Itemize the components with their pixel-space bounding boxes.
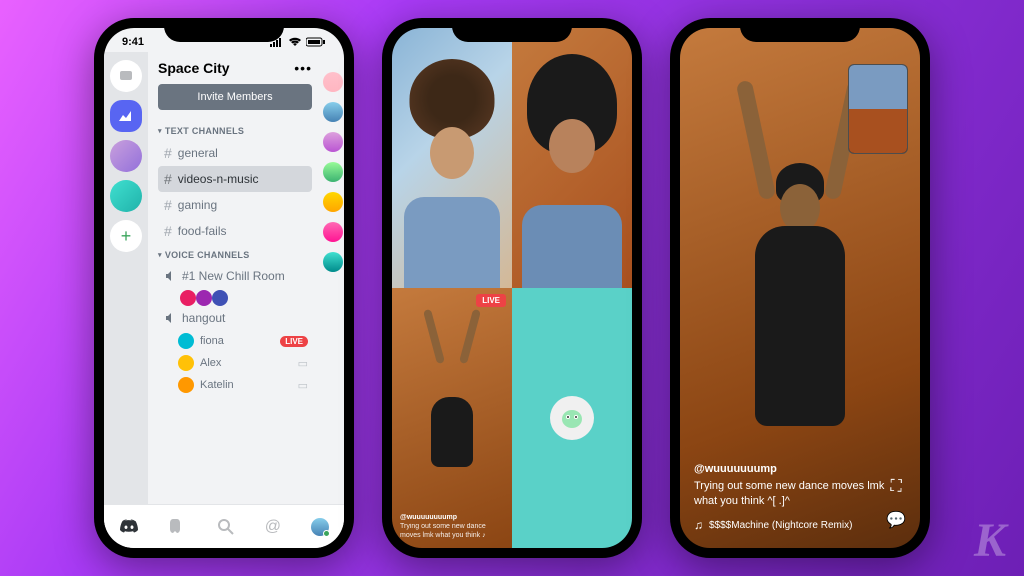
server-icon-active[interactable] [110, 100, 142, 132]
server-icon-3[interactable] [110, 180, 142, 212]
member-avatar[interactable] [323, 162, 343, 182]
voice-users-chill [158, 290, 312, 306]
phone-fullscreen-stream: @wuuuuuuump Trying out some new dance mo… [670, 18, 930, 558]
phone-notch [452, 18, 572, 42]
add-server-button[interactable]: + [110, 220, 142, 252]
server-rail: + [104, 52, 148, 544]
avatar[interactable] [212, 290, 228, 306]
member-avatar[interactable] [323, 252, 343, 272]
pip-participant [849, 65, 907, 109]
wumpus-avatar [550, 396, 594, 440]
expand-icon[interactable]: ⛶ [890, 478, 901, 496]
member-avatar[interactable] [323, 72, 343, 92]
voice-user-katelin[interactable]: Katelin ▭ [158, 374, 312, 396]
comment-icon[interactable]: 💬 [886, 510, 906, 530]
avatar [178, 355, 194, 371]
video-stream-live[interactable]: LIVE @wuuuuuuuump Trying out some new da… [392, 288, 512, 548]
battery-icon [306, 37, 326, 47]
speaker-icon [164, 312, 176, 324]
server-menu-button[interactable]: ••• [294, 60, 312, 76]
pip-participant [849, 109, 907, 153]
wifi-icon [288, 37, 302, 47]
avatar[interactable] [196, 290, 212, 306]
nav-friends-icon[interactable] [169, 518, 187, 536]
reaction-bar: ⛶ 💬 [886, 478, 906, 530]
stream-caption: Trying out some new dance moves lmk what… [694, 479, 906, 508]
stream-info: @wuuuuuuump Trying out some new dance mo… [694, 463, 906, 532]
dm-button[interactable] [110, 60, 142, 92]
video-participant-2[interactable] [512, 28, 632, 288]
nav-discord-icon[interactable] [119, 519, 139, 535]
status-time: 9:41 [122, 36, 144, 48]
voice-user-alex[interactable]: Alex ▭ [158, 352, 312, 374]
video-participant-1[interactable] [392, 28, 512, 288]
live-badge: LIVE [476, 294, 506, 307]
invite-members-button[interactable]: Invite Members [158, 84, 312, 110]
nav-search-icon[interactable] [217, 518, 235, 536]
member-avatar[interactable] [323, 102, 343, 122]
phone-video-grid: LIVE @wuuuuuuuump Trying out some new da… [382, 18, 642, 558]
member-avatar[interactable] [323, 192, 343, 212]
avatar[interactable] [180, 290, 196, 306]
video-participant-bot[interactable] [512, 288, 632, 548]
phone-notch [164, 18, 284, 42]
channel-food-fails[interactable]: #food-fails [158, 218, 312, 244]
hash-icon: # [164, 171, 172, 187]
member-avatar[interactable] [323, 222, 343, 242]
member-preview-strip [322, 52, 344, 544]
speaker-icon [164, 270, 176, 282]
stream-overlay: @wuuuuuuuump Trying out some new dance m… [400, 514, 504, 540]
server-icon-2[interactable] [110, 140, 142, 172]
channel-panel: Space City ••• Invite Members TEXT CHANN… [148, 52, 322, 544]
voice-channel-hangout[interactable]: hangout [158, 306, 312, 330]
phone-discord-channels: 9:41 [94, 18, 354, 558]
hash-icon: # [164, 145, 172, 161]
voice-user-fiona[interactable]: fiona LIVE [158, 330, 312, 352]
picture-in-picture[interactable] [848, 64, 908, 154]
text-channels-header[interactable]: TEXT CHANNELS [158, 126, 312, 136]
nav-mentions-icon[interactable]: @ [265, 518, 281, 536]
voice-channels-header[interactable]: VOICE CHANNELS [158, 250, 312, 260]
stream-handle[interactable]: @wuuuuuuump [694, 463, 906, 475]
channel-videos-n-music[interactable]: #videos-n-music [158, 166, 312, 192]
music-note-icon: ♫ [694, 518, 703, 532]
server-name: Space City [158, 60, 230, 76]
channel-gaming[interactable]: #gaming [158, 192, 312, 218]
phone-notch [740, 18, 860, 42]
live-badge: LIVE [280, 336, 308, 347]
voice-channel-chill[interactable]: #1 New Chill Room [158, 264, 312, 288]
hash-icon: # [164, 223, 172, 239]
bottom-nav: @ [104, 504, 344, 548]
video-icon: ▭ [298, 379, 308, 392]
stream-music[interactable]: ♫ $$$$Machine (Nightcore Remix) [694, 518, 906, 532]
watermark: K [974, 513, 1006, 568]
channel-general[interactable]: #general [158, 140, 312, 166]
hash-icon: # [164, 197, 172, 213]
member-avatar[interactable] [323, 132, 343, 152]
avatar [178, 333, 194, 349]
avatar [178, 377, 194, 393]
nav-profile-icon[interactable] [311, 518, 329, 536]
video-icon: ▭ [298, 357, 308, 370]
